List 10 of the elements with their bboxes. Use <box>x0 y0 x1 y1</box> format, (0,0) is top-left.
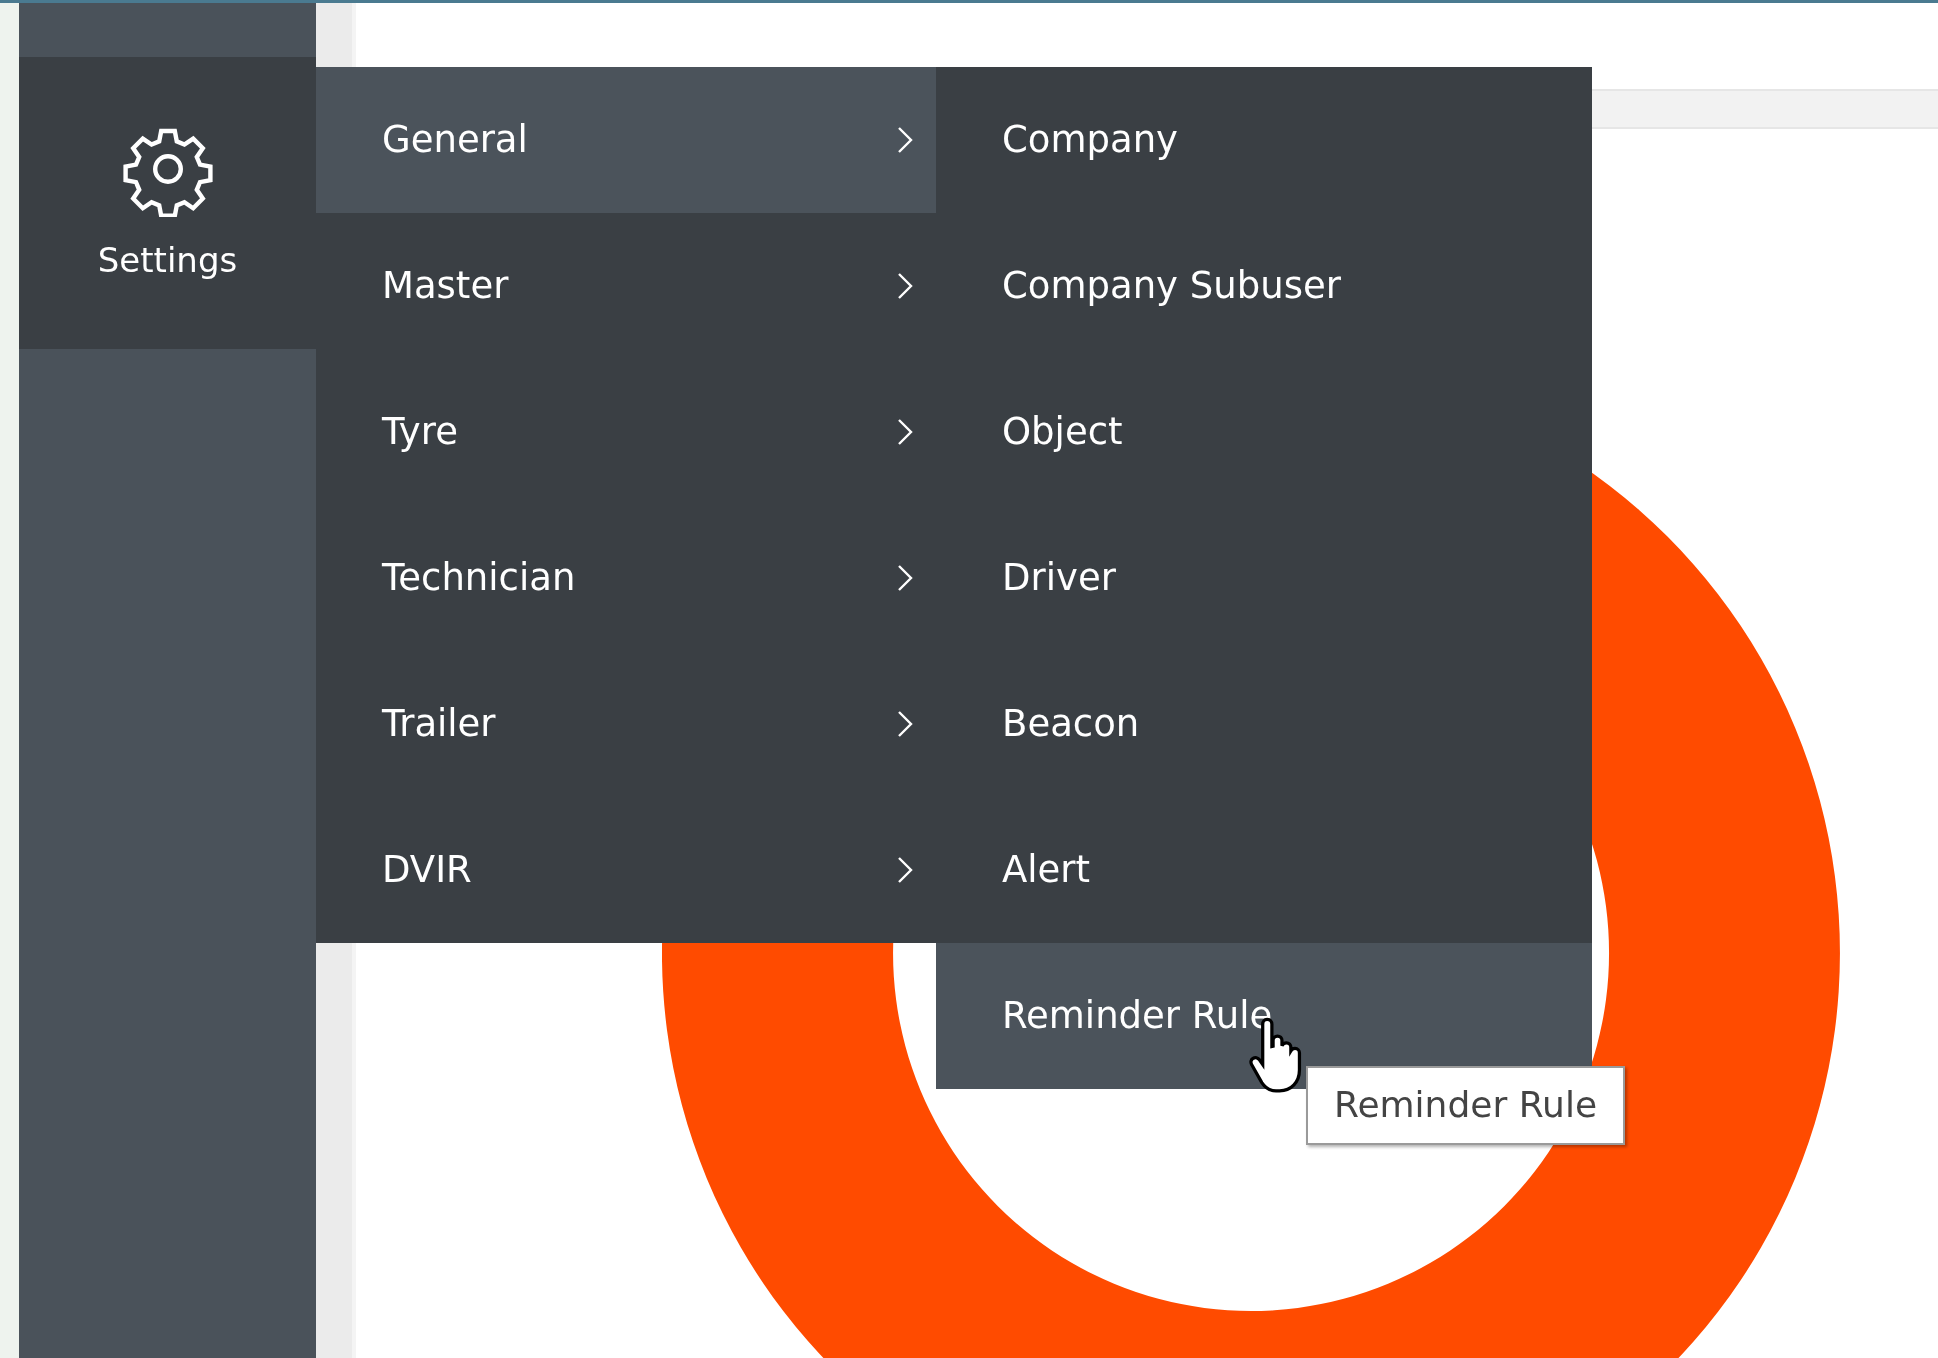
chevron-right-icon <box>896 709 914 739</box>
submenu-item[interactable]: Reminder Rule <box>936 943 1592 1089</box>
tooltip: Reminder Rule <box>1306 1066 1626 1145</box>
chevron-right-icon <box>896 271 914 301</box>
settings-nav-item[interactable]: Settings <box>19 57 316 349</box>
chevron-right-icon <box>896 417 914 447</box>
chevron-right-icon <box>896 125 914 155</box>
chevron-right-icon <box>896 563 914 593</box>
menu-item[interactable]: General <box>316 67 936 213</box>
chevron-right-icon <box>896 855 914 885</box>
